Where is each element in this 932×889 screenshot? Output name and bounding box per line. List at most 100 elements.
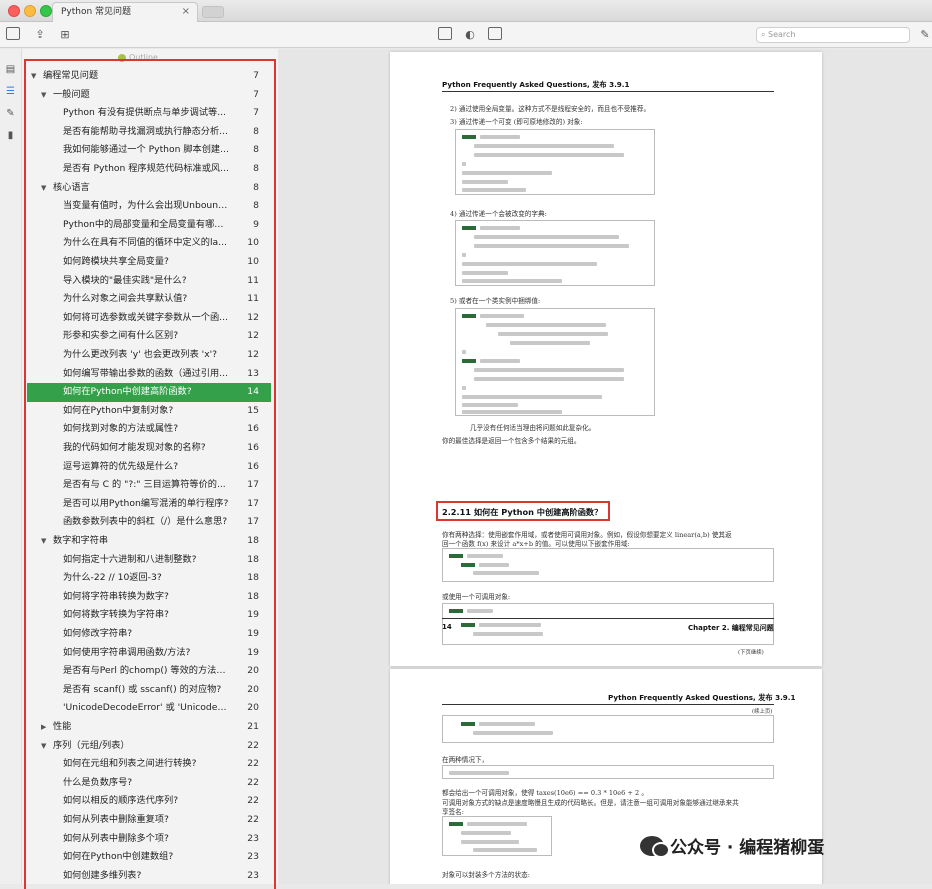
minimize-window-button[interactable] bbox=[24, 5, 36, 17]
outline-item[interactable]: 逗号运算符的优先级是什么? 16 bbox=[27, 458, 271, 477]
outline-item[interactable]: 如何创建多维列表? 23 bbox=[27, 867, 271, 886]
page-number-label: 14 bbox=[442, 623, 452, 631]
disclosure-expanded-icon[interactable]: ▼ bbox=[41, 86, 46, 105]
outline-item-page: 16 bbox=[247, 423, 259, 435]
bookmark-icon[interactable]: ▮ bbox=[4, 129, 17, 142]
outline-item[interactable]: 如何指定十六进制和八进制整数? 18 bbox=[27, 551, 271, 570]
disclosure-collapsed-icon[interactable]: ▶ bbox=[41, 718, 46, 737]
outline-item[interactable]: 是否有能帮助寻找漏洞或执行静态分析... 8 bbox=[27, 123, 271, 142]
outline-item[interactable]: Python 有没有提供断点与单步调试等... 7 bbox=[27, 104, 271, 123]
disclosure-expanded-icon[interactable]: ▼ bbox=[41, 532, 46, 551]
outline-item[interactable]: 当变量有值时，为什么会出现Unbound... 8 bbox=[27, 197, 271, 216]
outline-item-page: 22 bbox=[247, 776, 259, 788]
outline-item[interactable]: 是否可以用Python编写混淆的单行程序? 17 bbox=[27, 495, 271, 514]
page-header: Python Frequently Asked Questions, 发布 3.… bbox=[442, 80, 630, 89]
new-tab-button[interactable] bbox=[202, 6, 224, 18]
outline-item[interactable]: ▼ 核心语言 8 bbox=[27, 179, 271, 198]
contrast-icon[interactable]: ◐ bbox=[463, 28, 477, 41]
outline-item[interactable]: 如何在元组和列表之间进行转换? 22 bbox=[27, 755, 271, 774]
outline-item[interactable]: 函数参数列表中的斜杠（/）是什么意思? 17 bbox=[27, 513, 271, 532]
outline-item-page: 8 bbox=[253, 163, 259, 174]
outline-item[interactable]: ▼ 一般问题 7 bbox=[27, 86, 271, 105]
outline-item-page: 10 bbox=[247, 256, 259, 267]
footer-rule bbox=[442, 618, 774, 619]
document-tab[interactable]: Python 常见问题 × bbox=[52, 2, 198, 22]
outline-item[interactable]: 如何将可选参数或关键字参数从一个函... 12 bbox=[27, 309, 271, 328]
code-block-2 bbox=[455, 220, 655, 286]
code-block-4 bbox=[442, 548, 774, 582]
sidebar-toggle-icon[interactable] bbox=[6, 27, 20, 40]
outline-item[interactable]: 如何将数字转换为字符串? 19 bbox=[27, 606, 271, 625]
outline-item[interactable]: 为什么在具有不同值的循环中定义的la... 10 bbox=[27, 234, 271, 253]
layout-icon[interactable] bbox=[488, 27, 502, 40]
crop-icon[interactable] bbox=[438, 27, 452, 40]
outline-item[interactable]: 如何编写带输出参数的函数（通过引用... 13 bbox=[27, 365, 271, 384]
thumbnails-icon[interactable]: ▤ bbox=[4, 63, 17, 76]
zoom-window-button[interactable] bbox=[40, 5, 52, 17]
outline-item[interactable]: 如何跨模块共享全局变量? 10 bbox=[27, 253, 271, 272]
outline-item[interactable]: 如何以相反的顺序迭代序列? 22 bbox=[27, 792, 271, 811]
outline-item-page: 23 bbox=[247, 832, 259, 844]
annotate-pen-icon[interactable]: ✎ bbox=[918, 28, 932, 41]
annotations-icon[interactable]: ✎ bbox=[4, 107, 17, 120]
disclosure-expanded-icon[interactable]: ▼ bbox=[41, 737, 46, 756]
outline-item[interactable]: ▼ 编程常见问题 7 bbox=[27, 67, 271, 86]
outline-item[interactable]: 如何找到对象的方法或属性? 16 bbox=[27, 420, 271, 439]
wechat-icon bbox=[640, 836, 670, 858]
outline-item-label: 当变量有值时，为什么会出现Unbound... bbox=[63, 200, 231, 212]
outline-item[interactable]: 如何在Python中复制对象? 15 bbox=[27, 402, 271, 421]
outline-item[interactable]: 什么是负数序号? 22 bbox=[27, 774, 271, 793]
share-icon[interactable]: ⇪ bbox=[33, 28, 47, 41]
code-block-6 bbox=[442, 715, 774, 743]
outline-item-label: 我的代码如何才能发现对象的名称? bbox=[63, 442, 206, 453]
outline-item[interactable]: 我如何能够通过一个 Python 脚本创建... 8 bbox=[27, 141, 271, 160]
outline-item[interactable]: 我的代码如何才能发现对象的名称? 16 bbox=[27, 439, 271, 458]
outline-item-label: 是否有与Perl 的chomp() 等效的方法，... bbox=[63, 665, 231, 677]
document-viewer[interactable]: Python Frequently Asked Questions, 发布 3.… bbox=[278, 49, 932, 884]
tab-close-icon[interactable]: × bbox=[182, 3, 190, 21]
outline-item-label: 如何找到对象的方法或属性? bbox=[63, 423, 179, 435]
outline-item-page: 23 bbox=[247, 851, 259, 863]
outline-item-page: 19 bbox=[247, 646, 259, 658]
outline-item[interactable]: 导入模块的"最佳实践"是什么? 11 bbox=[27, 272, 271, 291]
outline-item[interactable]: 如何在Python中创建数组? 23 bbox=[27, 848, 271, 867]
outline-item[interactable]: 为什么-22 // 10返回-3? 18 bbox=[27, 569, 271, 588]
close-window-button[interactable] bbox=[8, 5, 20, 17]
outline-item[interactable]: 如何使用字符串调用函数/方法? 19 bbox=[27, 644, 271, 663]
outline-item[interactable]: ▼ 序列（元组/列表） 22 bbox=[27, 737, 271, 756]
outline-item-label: 如何指定十六进制和八进制整数? bbox=[63, 553, 197, 565]
outline-item[interactable]: 如何修改字符串? 19 bbox=[27, 625, 271, 644]
outline-item[interactable]: ▶ 性能 21 bbox=[27, 718, 271, 737]
outline-item[interactable]: ▼ 数字和字符串 18 bbox=[27, 532, 271, 551]
outline-item-page: 8 bbox=[253, 144, 259, 156]
outline-item-page: 19 bbox=[247, 628, 259, 639]
outline-item[interactable]: 是否有 Python 程序规范代码标准或风... 8 bbox=[27, 160, 271, 179]
outline-item-label: 如何在Python中复制对象? bbox=[63, 404, 174, 416]
outline-item-label: 形参和实参之间有什么区别? bbox=[63, 330, 179, 342]
outline-item-label: 如何在元组和列表之间进行转换? bbox=[63, 758, 197, 770]
outline-item-label: 一般问题 bbox=[53, 88, 90, 100]
outline-item[interactable]: 如何从列表中删除重复项? 22 bbox=[27, 811, 271, 830]
outline-item-selected[interactable]: 如何在Python中创建高阶函数? 14 bbox=[27, 383, 271, 402]
outline-item[interactable]: 为什么更改列表 'y' 也会更改列表 'x'? 12 bbox=[27, 346, 271, 365]
outline-item[interactable]: Python中的局部变量和全局变量有哪些... 9 bbox=[27, 216, 271, 235]
outline-item[interactable]: 是否有 scanf() 或 sscanf() 的对应物? 20 bbox=[27, 681, 271, 700]
chapter-label: Chapter 2. 编程常见问题 bbox=[688, 624, 774, 632]
outline-item-label: 如何在Python中创建数组? bbox=[63, 851, 174, 863]
outline-item[interactable]: 'UnicodeDecodeError' 或 'UnicodeEnc... 20 bbox=[27, 699, 271, 718]
header-rule-2 bbox=[442, 704, 774, 705]
code-block-3 bbox=[455, 308, 655, 416]
outline-item[interactable]: 形参和实参之间有什么区别? 12 bbox=[27, 327, 271, 346]
outline-item[interactable]: 是否有与Perl 的chomp() 等效的方法，... 20 bbox=[27, 662, 271, 681]
disclosure-expanded-icon[interactable]: ▼ bbox=[41, 179, 46, 198]
outline-icon[interactable]: ☰ bbox=[4, 85, 17, 98]
grid-view-icon[interactable]: ⊞ bbox=[58, 28, 72, 41]
outline-item[interactable]: 如何将字符串转换为数字? 18 bbox=[27, 588, 271, 607]
disclosure-expanded-icon[interactable]: ▼ bbox=[31, 67, 36, 86]
para-5: 都会给出一个可调用对象，使得 taxes(10e6) == 0.3 * 10e6… bbox=[442, 789, 648, 797]
search-input[interactable]: ⌕ Search bbox=[756, 27, 910, 43]
outline-item[interactable]: 如何从列表中删除多个项? 23 bbox=[27, 830, 271, 849]
outline-item-label: 性能 bbox=[53, 721, 72, 732]
outline-item[interactable]: 是否有与 C 的 "?:" 三目运算符等价的... 17 bbox=[27, 476, 271, 495]
outline-item[interactable]: 为什么对象之间会共享默认值? 11 bbox=[27, 290, 271, 309]
